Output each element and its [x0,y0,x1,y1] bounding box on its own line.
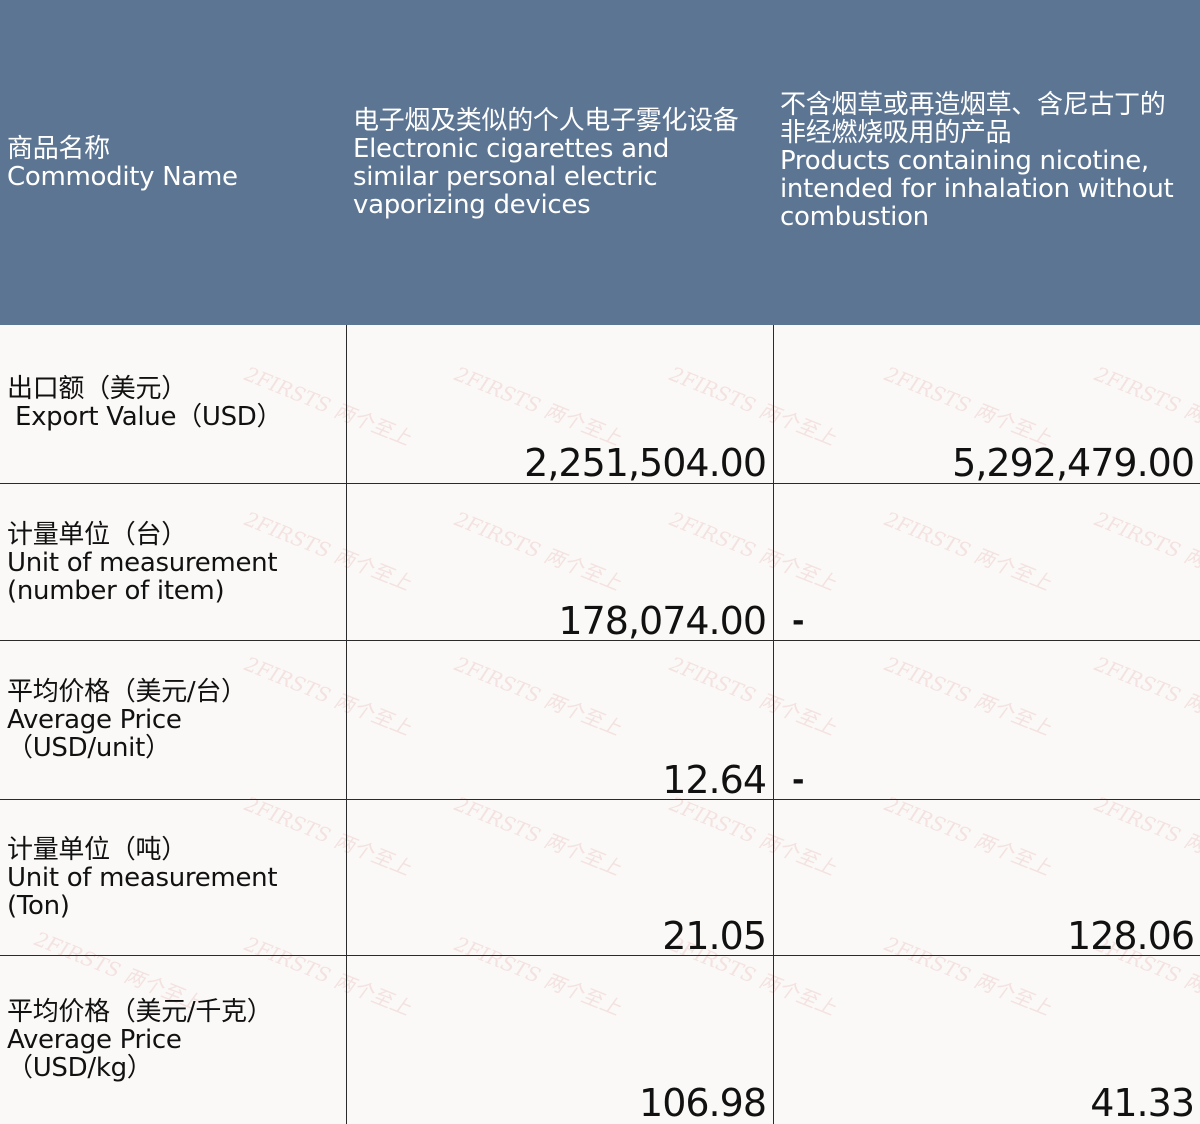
table-row-avg-price-kg: 平均价格（美元/千克） Average Price （USD/kg） 106.9… [0,955,1200,1124]
header-ecig-en-line: similar personal electric [353,161,658,192]
header-cell-e-cigarettes: 电子烟及类似的个人电子雾化设备 Electronic cigarettes an… [346,0,773,325]
row-label-zh: 计量单位（吨） [7,835,187,865]
table-row-avg-price-unit: 平均价格（美元/台） Average Price （USD/unit） 12.6… [0,640,1200,802]
row-label-en: Average Price [7,705,182,735]
unit-ton-nicotine-products: 128.06 [1067,914,1195,958]
row-label-en: （USD/unit） [7,733,171,763]
row-label-en: (Ton) [7,891,70,921]
avg-price-kg-nicotine-products: 41.33 [1090,1081,1195,1124]
header-commodity-en: Commodity Name [7,161,238,192]
row-label: 平均价格（美元/千克） Average Price （USD/kg） [7,997,273,1083]
row-label-en: Unit of measurement [7,548,278,578]
row-label-en: (number of item) [7,576,225,606]
unit-items-nicotine-products: - [792,604,805,639]
avg-price-kg-e-cigarettes: 106.98 [639,1081,767,1124]
header-commodity-zh: 商品名称 [7,133,110,164]
row-label-zh: 出口额（美元） [7,374,187,404]
row-label: 计量单位（台） Unit of measurement (number of i… [7,520,278,606]
header-ecig-en-line: vaporizing devices [353,189,591,220]
row-label-en: Export Value（USD） [7,402,283,432]
row-label-zh: 平均价格（美元/台） [7,677,247,707]
unit-items-e-cigarettes: 178,074.00 [558,599,767,643]
table-row-export-value: 出口额（美元） Export Value（USD） 2,251,504.00 5… [0,325,1200,483]
export-data-table: 商品名称 Commodity Name 电子烟及类似的个人电子雾化设备 Elec… [0,0,1200,1124]
header-nicotine-en-line: Products containing nicotine, [780,145,1149,176]
header-nicotine-zh-line: 非经燃烧吸用的产品 [780,117,1012,148]
header-nicotine-en-line: intended for inhalation without [780,173,1174,204]
row-label-en: （USD/kg） [7,1053,153,1083]
header-nicotine-zh-line: 不含烟草或再造烟草、含尼古丁的 [780,89,1166,120]
avg-price-unit-e-cigarettes: 12.64 [662,758,767,802]
row-label-zh: 计量单位（台） [7,520,187,550]
header-ecig-zh: 电子烟及类似的个人电子雾化设备 [353,105,739,136]
row-label: 出口额（美元） Export Value（USD） [7,374,283,432]
header-cell-nicotine-products: 不含烟草或再造烟草、含尼古丁的 非经燃烧吸用的产品 Products conta… [773,0,1200,325]
table-row-unit-items: 计量单位（台） Unit of measurement (number of i… [0,483,1200,643]
header-cell-commodity: 商品名称 Commodity Name [0,0,346,325]
row-label-en: Average Price [7,1025,182,1055]
row-label-en: Unit of measurement [7,863,278,893]
export-value-nicotine-products: 5,292,479.00 [952,441,1195,485]
header-nicotine-en-line: combustion [780,201,929,232]
table-row-unit-ton: 计量单位（吨） Unit of measurement (Ton) 21.05 … [0,799,1200,958]
unit-ton-e-cigarettes: 21.05 [662,914,767,958]
export-value-e-cigarettes: 2,251,504.00 [524,441,767,485]
row-label: 平均价格（美元/台） Average Price （USD/unit） [7,678,247,762]
avg-price-unit-nicotine-products: - [792,763,805,798]
header-ecig-en-line: Electronic cigarettes and [353,133,670,164]
row-label: 计量单位（吨） Unit of measurement (Ton) [7,835,278,921]
row-label-zh: 平均价格（美元/千克） [7,997,273,1027]
table-header: 商品名称 Commodity Name 电子烟及类似的个人电子雾化设备 Elec… [0,0,1200,325]
